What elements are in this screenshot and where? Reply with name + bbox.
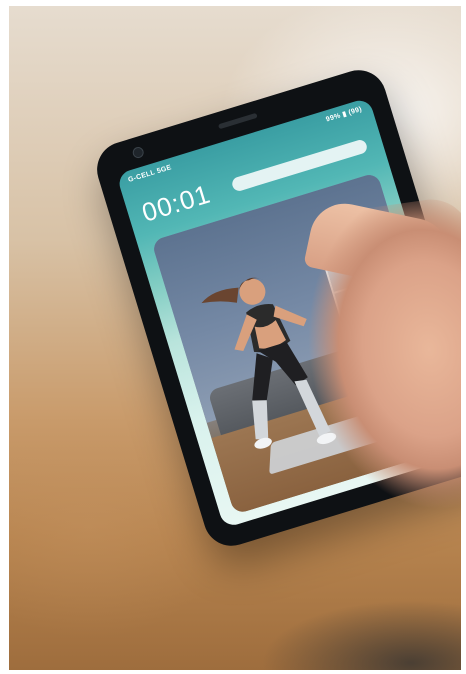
photo-background: G-CELL 5GE 99% ▮ (99) 00:01 (9, 6, 461, 670)
speaker-grille (217, 112, 258, 130)
workout-timer: 00:01 (138, 178, 215, 228)
carrier-label: G-CELL 5GE (127, 163, 173, 184)
floor-shadow (261, 600, 461, 670)
front-camera-icon (131, 145, 146, 160)
battery-label: 99% ▮ (99) (325, 105, 363, 124)
